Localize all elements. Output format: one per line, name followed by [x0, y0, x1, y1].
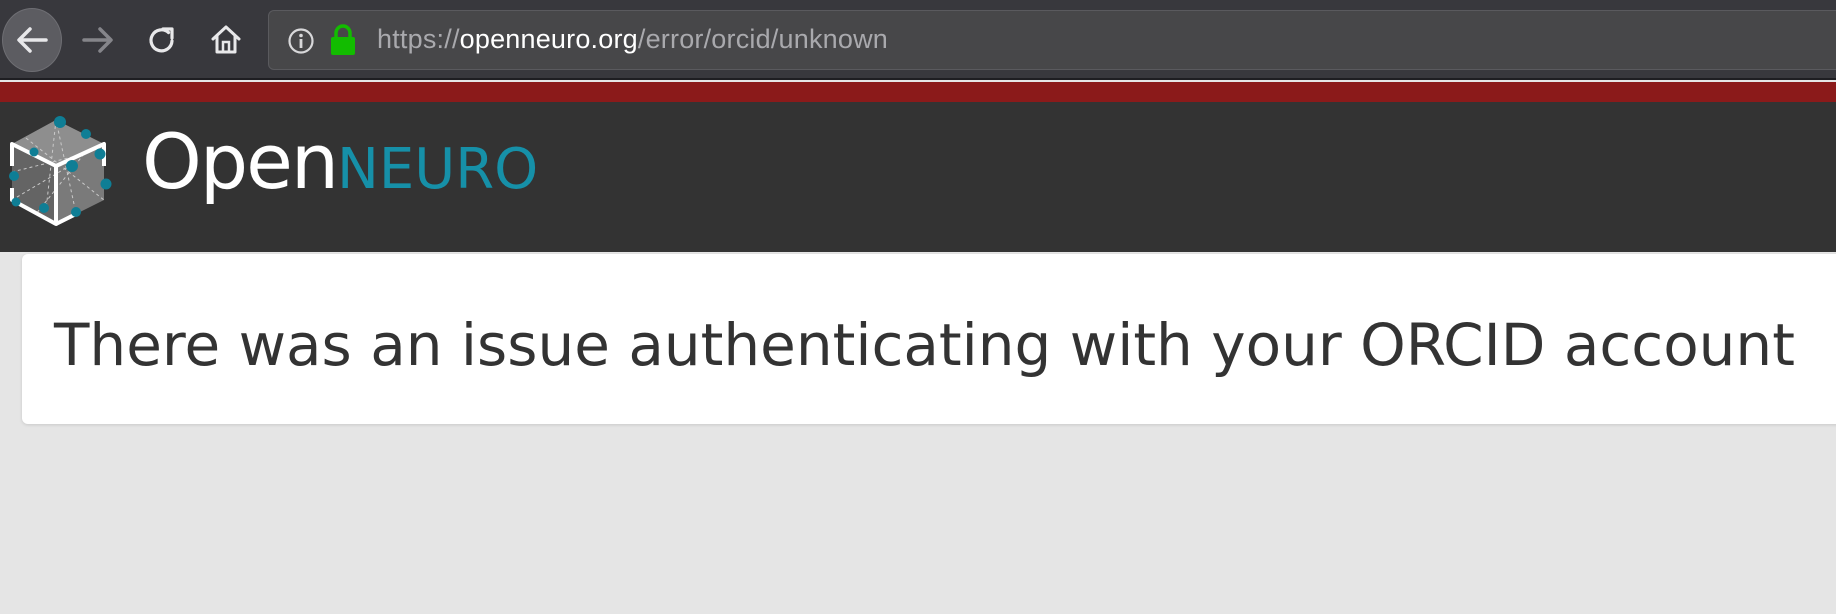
logo-text-open: Open [142, 117, 339, 206]
url-scheme: https:// [377, 24, 460, 54]
forward-arrow-icon [82, 27, 113, 53]
browser-toolbar: https://openneuro.org/error/orcid/unknow… [0, 0, 1836, 80]
lock-icon[interactable] [329, 23, 357, 57]
openneuro-logo-icon[interactable] [6, 116, 112, 228]
url-text[interactable]: https://openneuro.org/error/orcid/unknow… [377, 24, 888, 55]
forward-button[interactable] [72, 12, 124, 68]
home-button[interactable] [200, 12, 252, 68]
reload-button[interactable] [136, 12, 188, 68]
error-panel: There was an issue authenticating with y… [22, 254, 1836, 424]
reload-icon [149, 27, 174, 53]
url-host: openneuro.org [459, 24, 638, 54]
openneuro-wordmark[interactable]: OpenNEURO [142, 124, 538, 200]
back-button[interactable] [2, 8, 62, 72]
url-bar[interactable]: https://openneuro.org/error/orcid/unknow… [268, 10, 1836, 70]
home-icon [211, 25, 241, 54]
accent-stripe [0, 82, 1836, 102]
site-header: OpenNEURO [0, 102, 1836, 252]
url-path: /error/orcid/unknown [637, 24, 889, 54]
back-arrow-icon [17, 27, 48, 53]
logo-text-neuro: NEURO [337, 137, 539, 202]
info-icon[interactable] [287, 27, 315, 55]
error-message: There was an issue authenticating with y… [54, 311, 1795, 379]
